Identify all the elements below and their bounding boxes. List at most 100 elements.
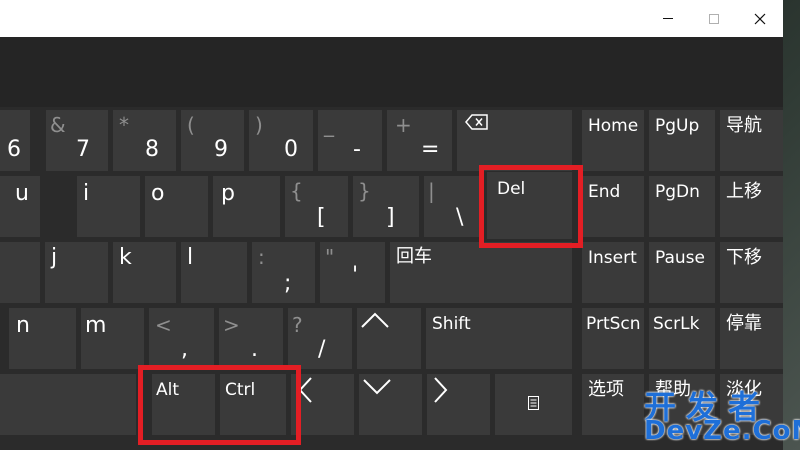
key-ctrl[interactable]: Ctrl	[220, 374, 286, 435]
key-main-char: .	[251, 337, 258, 362]
key-label: PgDn	[655, 182, 700, 202]
key-shift-char: &	[50, 113, 66, 137]
key-pause[interactable]: Pause	[649, 242, 715, 303]
key-8[interactable]: * 8	[113, 110, 176, 171]
key-main-char: i	[83, 181, 90, 206]
key-u[interactable]: u	[0, 176, 40, 237]
key-n[interactable]: n	[9, 308, 76, 369]
key-move-down[interactable]: 下移	[720, 242, 783, 303]
key-pgup[interactable]: PgUp	[649, 110, 715, 171]
key-main-char: m	[85, 313, 107, 338]
key-home[interactable]: Home	[582, 110, 644, 171]
key-period[interactable]: > .	[219, 308, 283, 369]
key-pgdn[interactable]: PgDn	[649, 176, 715, 237]
key-main-char: 8	[145, 137, 159, 162]
key-backspace[interactable]	[457, 110, 572, 171]
key-o[interactable]: o	[145, 176, 208, 237]
key-shift-char: {	[290, 179, 303, 203]
key-i[interactable]: i	[77, 176, 140, 237]
key-shift-char: >	[223, 313, 240, 337]
key-0[interactable]: ) 0	[249, 110, 313, 171]
key-h[interactable]	[0, 242, 40, 303]
close-button[interactable]	[737, 0, 783, 37]
key-alt[interactable]: Alt	[152, 374, 215, 435]
key-label: Insert	[588, 248, 637, 268]
key-options[interactable]: 选项	[582, 374, 644, 435]
key-main-char: ,	[181, 337, 188, 362]
key-menu[interactable]	[495, 374, 572, 435]
key-move-up[interactable]: 上移	[720, 176, 783, 237]
key-quote[interactable]: " '	[320, 242, 385, 303]
key-main-char: 0	[284, 137, 298, 162]
key-equals[interactable]: + =	[387, 110, 452, 171]
key-right-bracket[interactable]: } ]	[353, 176, 419, 237]
key-comma[interactable]: < ,	[149, 308, 214, 369]
key-left-bracket[interactable]: { [	[285, 176, 348, 237]
keyboard-top-strip	[0, 37, 783, 107]
key-main-char: j	[51, 245, 58, 270]
arrow-down-icon	[363, 379, 391, 395]
minimize-button[interactable]	[645, 0, 691, 37]
maximize-icon	[709, 13, 719, 24]
key-main-char: k	[119, 245, 132, 270]
key-k[interactable]: k	[113, 242, 176, 303]
key-shift-char: +	[395, 113, 412, 137]
key-j[interactable]: j	[45, 242, 108, 303]
key-p[interactable]: p	[213, 176, 280, 237]
key-main-char: n	[16, 313, 30, 338]
key-main-char: /	[318, 337, 326, 362]
key-slash[interactable]: ? /	[288, 308, 352, 369]
key-label: Pause	[655, 248, 705, 268]
key-backslash[interactable]: | \	[424, 176, 482, 237]
key-main-char: p	[221, 181, 235, 206]
key-shift-char: |	[428, 179, 435, 203]
key-label: End	[588, 182, 621, 202]
key-space[interactable]	[0, 374, 136, 435]
key-arrow-down[interactable]	[359, 374, 422, 435]
key-end[interactable]: End	[582, 176, 644, 237]
key-shift-char: *	[119, 113, 129, 137]
key-main-char: 9	[214, 137, 228, 162]
key-label: Alt	[156, 380, 180, 400]
key-l[interactable]: l	[181, 242, 247, 303]
key-main-char: [	[317, 205, 326, 230]
arrow-left-icon	[298, 377, 312, 403]
key-label: PrtScn	[586, 314, 641, 334]
key-main-char: o	[151, 181, 165, 206]
key-label: 选项	[588, 379, 624, 400]
key-label: Home	[588, 116, 639, 136]
key-dock[interactable]: 停靠	[720, 308, 783, 369]
key-insert[interactable]: Insert	[582, 242, 644, 303]
key-arrow-up[interactable]	[357, 308, 421, 369]
key-label: 导航	[726, 115, 762, 136]
key-label: 上移	[726, 181, 762, 202]
key-nav[interactable]: 导航	[720, 110, 783, 171]
key-label: 回车	[396, 246, 432, 267]
key-shift-char: }	[358, 179, 371, 203]
key-semicolon[interactable]: : ;	[252, 242, 315, 303]
key-minus[interactable]: _ -	[318, 110, 382, 171]
key-arrow-left[interactable]	[291, 374, 354, 435]
maximize-button[interactable]	[691, 0, 737, 37]
key-enter[interactable]: 回车	[390, 242, 572, 303]
key-shift-char: ?	[292, 313, 303, 337]
key-del[interactable]: Del	[487, 172, 572, 239]
backspace-icon	[465, 114, 488, 130]
key-m[interactable]: m	[81, 308, 144, 369]
key-9[interactable]: ( 9	[181, 110, 244, 171]
key-main-char: u	[15, 181, 29, 206]
watermark-en: DevZe.CoM	[644, 416, 800, 446]
key-7[interactable]: & 7	[46, 110, 108, 171]
key-arrow-right[interactable]	[427, 374, 490, 435]
key-prtscn[interactable]: PrtScn	[582, 308, 644, 369]
key-6[interactable]: 6	[0, 110, 30, 171]
key-main-char: 7	[76, 137, 90, 162]
key-main-char: 6	[7, 137, 21, 162]
watermark: 开发者 DevZe.CoM	[640, 382, 800, 450]
menu-key-icon	[528, 396, 539, 410]
key-main-char: ]	[386, 205, 395, 230]
close-icon	[754, 13, 766, 24]
key-scrlk[interactable]: ScrLk	[649, 308, 715, 369]
key-label: 下移	[726, 247, 762, 268]
key-shift[interactable]: Shift	[426, 308, 572, 369]
